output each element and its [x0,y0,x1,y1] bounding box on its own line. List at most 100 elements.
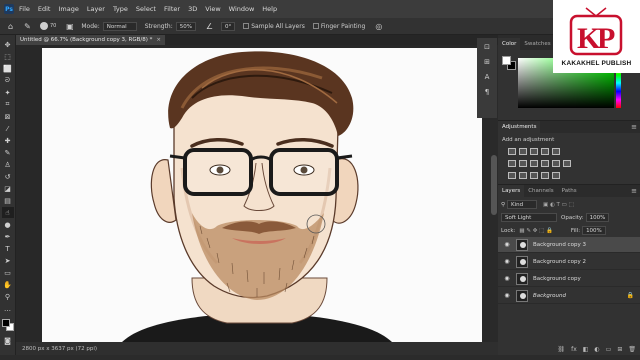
delete-layer-icon[interactable]: 🗑 [628,346,636,353]
link-layers-icon[interactable]: ⛓ [557,346,565,353]
healing-icon[interactable]: ✚ [2,135,14,146]
foreground-color-chip[interactable] [502,56,511,65]
curves-icon[interactable] [530,148,538,155]
photo-filter-icon[interactable] [541,160,549,167]
quick-mask-icon[interactable]: ◙ [2,335,14,346]
photoshop-logo-icon[interactable]: Ps [4,4,14,14]
new-layer-icon[interactable]: ⊞ [617,346,622,353]
gradient-map-icon[interactable] [552,172,560,179]
visibility-eye-icon[interactable]: ◉ [502,275,512,282]
visibility-eye-icon[interactable]: ◉ [502,241,512,248]
frame-icon[interactable]: ⊠ [2,111,14,122]
paragraph-panel-icon[interactable]: ¶ [482,87,492,97]
brush-size-picker[interactable]: 70 [39,21,56,31]
move-icon[interactable]: ✥ [2,39,14,50]
brightness-contrast-icon[interactable] [508,148,516,155]
layer-row[interactable]: ◉ Background copy 2 [498,254,640,270]
new-adjustment-icon[interactable]: ◐ [594,346,599,353]
visibility-eye-icon[interactable]: ◉ [502,292,512,299]
color-panel-swatches[interactable] [502,56,516,70]
finger-painting-checkbox[interactable] [312,23,319,29]
layers-menu-icon[interactable]: ≡ [631,187,637,195]
layer-row[interactable]: ◉ Background copy [498,271,640,287]
lock-icons[interactable]: ▦ ✎ ✥ ⬚ 🔒 [519,228,552,234]
history-brush-icon[interactable]: ↺ [2,171,14,182]
menu-select[interactable]: Select [136,5,156,13]
artboard-icon[interactable]: ⬚ [2,51,14,62]
mode-select[interactable]: Normal [102,21,137,31]
layer-row[interactable]: ◉ Background 🔒 [498,288,640,304]
levels-icon[interactable] [519,148,527,155]
marquee-icon[interactable]: ⬜ [2,63,14,74]
menu-filter[interactable]: Filter [164,5,180,13]
properties-panel-icon[interactable]: ⊞ [482,57,492,67]
color-lookup-icon[interactable] [563,160,571,167]
invert-icon[interactable] [508,172,516,179]
fill-field[interactable]: 100% [582,226,606,235]
canvas-area[interactable] [16,45,490,342]
crop-icon[interactable]: ⌗ [2,99,14,110]
character-panel-icon[interactable]: A [482,72,492,82]
layer-filter-select[interactable]: Kind [507,200,538,209]
foreground-color-swatch[interactable] [1,319,10,327]
exposure-icon[interactable] [541,148,549,155]
panel-menu-icon[interactable]: ≡ [631,123,637,131]
new-group-icon[interactable]: ▭ [606,346,612,353]
document-tab[interactable]: Untitled @ 66.7% (Background copy 3, RGB… [16,35,166,45]
pressure-icon[interactable]: ◎ [373,21,384,32]
fx-icon[interactable]: fx [571,346,577,353]
sample-all-layers-checkbox[interactable] [243,23,250,29]
add-mask-icon[interactable]: ◧ [583,346,589,353]
scrollbar-thumb[interactable] [491,155,497,215]
strength-field[interactable]: 50% [175,21,196,31]
color-balance-icon[interactable] [519,160,527,167]
pen-icon[interactable]: ✒ [2,231,14,242]
posterize-icon[interactable] [519,172,527,179]
home-icon[interactable]: ⌂ [5,21,16,32]
blend-mode-select[interactable]: Soft Light [501,213,557,222]
menu-view[interactable]: View [205,5,220,13]
threshold-icon[interactable] [530,172,538,179]
brush-settings-icon[interactable]: ▣ [64,21,75,32]
tab-layers[interactable]: Layers [498,185,525,197]
tab-swatches[interactable]: Swatches [520,38,554,50]
menu-3d[interactable]: 3D [188,5,197,13]
tab-paths[interactable]: Paths [558,185,581,197]
stamp-icon[interactable]: ♙ [2,159,14,170]
tab-channels[interactable]: Channels [524,185,557,197]
hand-icon[interactable]: ✋ [2,279,14,290]
menu-edit[interactable]: Edit [38,5,51,13]
dodge-icon[interactable]: ● [2,219,14,230]
type-icon[interactable]: T [2,243,14,254]
menu-help[interactable]: Help [262,5,277,13]
menu-file[interactable]: File [19,5,30,13]
menu-window[interactable]: Window [229,5,255,13]
quick-select-icon[interactable]: ✦ [2,87,14,98]
eyedropper-icon[interactable]: ⁄ [2,123,14,134]
smudge-icon[interactable]: ☝ [1,207,14,218]
zoom-icon[interactable]: ⚲ [2,291,14,302]
black-white-icon[interactable] [530,160,538,167]
eraser-icon[interactable]: ◪ [2,183,14,194]
tab-adjustments[interactable]: Adjustments [498,121,541,133]
channel-mixer-icon[interactable] [552,160,560,167]
brush-icon[interactable]: ✎ [2,147,14,158]
document-canvas[interactable] [42,48,482,342]
tab-color[interactable]: Color [498,38,521,50]
vibrance-icon[interactable] [552,148,560,155]
menu-type[interactable]: Type [113,5,128,13]
smudge-preset-icon[interactable]: ✎ [22,21,33,32]
menu-image[interactable]: Image [58,5,78,13]
visibility-eye-icon[interactable]: ◉ [502,258,512,265]
gradient-icon[interactable]: ▤ [2,195,14,206]
selective-color-icon[interactable] [541,172,549,179]
history-panel-icon[interactable]: ⊡ [482,42,492,52]
shape-icon[interactable]: ▭ [2,267,14,278]
close-tab-icon[interactable]: × [156,37,161,43]
angle-field[interactable]: 0° [220,21,236,31]
lasso-icon[interactable]: ᘐ [2,75,14,86]
more-tools-icon[interactable]: … [2,303,14,314]
menu-layer[interactable]: Layer [87,5,105,13]
path-select-icon[interactable]: ➤ [2,255,14,266]
opacity-field[interactable]: 100% [585,213,610,222]
